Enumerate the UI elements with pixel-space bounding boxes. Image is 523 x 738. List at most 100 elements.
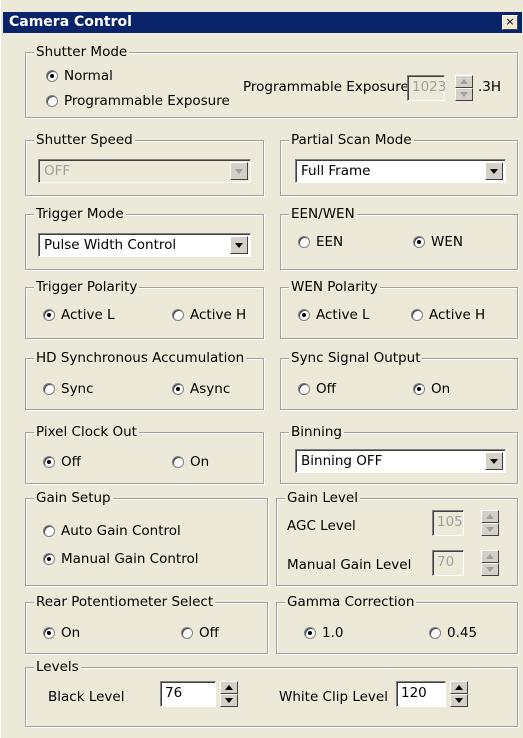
partial-scan-dropdown[interactable]: Full Frame xyxy=(295,159,506,183)
radio-label: 1.0 xyxy=(322,625,344,641)
shutter-speed-group: Shutter Speed OFF xyxy=(25,132,264,196)
agc-level-input[interactable]: 105 xyxy=(432,510,464,536)
white-clip-level-value: 120 xyxy=(401,685,427,701)
trigger-polarity-legend: Trigger Polarity xyxy=(34,279,140,295)
window-title: Camera Control xyxy=(9,14,132,30)
shutter-speed-legend: Shutter Speed xyxy=(34,132,135,148)
manual-gain-level-spinner[interactable] xyxy=(481,550,499,576)
shutter-programmable-radio[interactable]: Programmable Exposure xyxy=(46,93,230,109)
radio-circle xyxy=(43,525,55,537)
chevron-down-icon[interactable] xyxy=(485,452,503,470)
radio-circle xyxy=(411,309,423,321)
radio-label: EEN xyxy=(316,234,344,250)
white-clip-level-spinner[interactable] xyxy=(450,681,468,707)
radio-circle xyxy=(43,627,55,639)
trigger-active-l-radio[interactable]: Active L xyxy=(43,307,115,323)
black-level-input[interactable]: 76 xyxy=(160,681,216,707)
sync-output-group: Sync Signal Output Off On xyxy=(280,350,518,410)
spin-down-icon[interactable] xyxy=(450,694,468,707)
spin-down-icon[interactable] xyxy=(455,88,473,101)
radio-label: Active L xyxy=(61,307,115,323)
gamma-1-0-radio[interactable]: 1.0 xyxy=(304,625,343,641)
black-level-value: 76 xyxy=(165,685,183,701)
radio-circle xyxy=(304,627,316,639)
black-level-spinner[interactable] xyxy=(220,681,238,707)
radio-circle xyxy=(413,383,425,395)
gamma-0-45-radio[interactable]: 0.45 xyxy=(429,625,477,641)
manual-gain-level-input[interactable]: 70 xyxy=(432,550,464,576)
radio-circle xyxy=(413,236,425,248)
radio-label: On xyxy=(190,454,210,470)
rear-pot-off-radio[interactable]: Off xyxy=(181,625,219,641)
spin-up-icon[interactable] xyxy=(220,681,238,694)
een-radio[interactable]: EEN xyxy=(298,234,343,250)
gain-setup-group: Gain Setup Auto Gain Control Manual Gain… xyxy=(25,490,268,586)
pixel-clock-legend: Pixel Clock Out xyxy=(34,424,139,440)
radio-circle xyxy=(46,95,58,107)
trigger-mode-legend: Trigger Mode xyxy=(34,206,126,222)
gain-level-legend: Gain Level xyxy=(285,490,360,506)
wen-active-l-radio[interactable]: Active L xyxy=(298,307,370,323)
chevron-down-icon[interactable] xyxy=(485,162,503,180)
spin-up-icon[interactable] xyxy=(450,681,468,694)
radio-circle xyxy=(43,553,55,565)
radio-label: Off xyxy=(316,381,336,397)
radio-label: WEN xyxy=(431,234,463,250)
wen-polarity-legend: WEN Polarity xyxy=(289,279,380,295)
prog-exposure-label: Programmable Exposure xyxy=(243,79,409,95)
wen-active-h-radio[interactable]: Active H xyxy=(411,307,485,323)
radio-label: Manual Gain Control xyxy=(61,551,199,567)
agc-level-spinner[interactable] xyxy=(481,510,499,536)
camera-control-window: Camera Control × Shutter Mode Normal Pro… xyxy=(0,0,523,738)
radio-label: Auto Gain Control xyxy=(61,523,181,539)
partial-scan-value: Full Frame xyxy=(301,163,371,179)
spin-down-icon[interactable] xyxy=(481,523,499,536)
spin-up-icon[interactable] xyxy=(455,75,473,88)
sync-off-radio[interactable]: Off xyxy=(298,381,336,397)
rear-pot-on-radio[interactable]: On xyxy=(43,625,80,641)
radio-label: Sync xyxy=(61,381,94,397)
radio-circle xyxy=(298,236,310,248)
radio-label: Off xyxy=(199,625,219,641)
wen-radio[interactable]: WEN xyxy=(413,234,463,250)
radio-label: On xyxy=(61,625,81,641)
manual-gain-level-value: 70 xyxy=(437,554,455,570)
spin-up-icon[interactable] xyxy=(481,550,499,563)
pixel-clock-on-radio[interactable]: On xyxy=(172,454,209,470)
rear-pot-legend: Rear Potentiometer Select xyxy=(34,594,216,610)
auto-gain-radio[interactable]: Auto Gain Control xyxy=(43,523,181,539)
radio-label: Active H xyxy=(190,307,247,323)
close-button[interactable]: × xyxy=(502,15,518,30)
chevron-down-icon[interactable] xyxy=(230,162,248,180)
shutter-mode-group: Shutter Mode Normal Programmable Exposur… xyxy=(25,44,518,118)
rear-pot-group: Rear Potentiometer Select On Off xyxy=(25,594,268,654)
sync-on-radio[interactable]: On xyxy=(413,381,450,397)
manual-gain-radio[interactable]: Manual Gain Control xyxy=(43,551,198,567)
prog-exposure-value: 1023 xyxy=(412,79,447,95)
prog-exposure-spinner[interactable] xyxy=(455,75,473,101)
pixel-clock-off-radio[interactable]: Off xyxy=(43,454,81,470)
trigger-active-h-radio[interactable]: Active H xyxy=(172,307,246,323)
radio-circle xyxy=(181,627,193,639)
hd-sync-radio[interactable]: Sync xyxy=(43,381,94,397)
title-bar[interactable]: Camera Control × xyxy=(3,12,522,33)
radio-label: Active L xyxy=(316,307,370,323)
shutter-normal-radio[interactable]: Normal xyxy=(46,68,113,84)
shutter-speed-dropdown[interactable]: OFF xyxy=(38,159,251,183)
black-level-label: Black Level xyxy=(48,689,125,705)
radio-label: 0.45 xyxy=(447,625,478,641)
spin-down-icon[interactable] xyxy=(220,694,238,707)
spin-up-icon[interactable] xyxy=(481,510,499,523)
een-wen-group: EEN/WEN EEN WEN xyxy=(280,206,518,270)
radio-label: On xyxy=(431,381,451,397)
spin-down-icon[interactable] xyxy=(481,563,499,576)
prog-exposure-input[interactable]: 1023 xyxy=(407,75,447,101)
hd-async-radio[interactable]: Async xyxy=(172,381,230,397)
trigger-mode-dropdown[interactable]: Pulse Width Control xyxy=(38,233,251,257)
levels-legend: Levels xyxy=(34,659,81,675)
binning-legend: Binning xyxy=(289,424,345,440)
binning-dropdown[interactable]: Binning OFF xyxy=(295,449,506,473)
partial-scan-legend: Partial Scan Mode xyxy=(289,132,414,148)
chevron-down-icon[interactable] xyxy=(230,236,248,254)
white-clip-level-input[interactable]: 120 xyxy=(396,681,446,707)
